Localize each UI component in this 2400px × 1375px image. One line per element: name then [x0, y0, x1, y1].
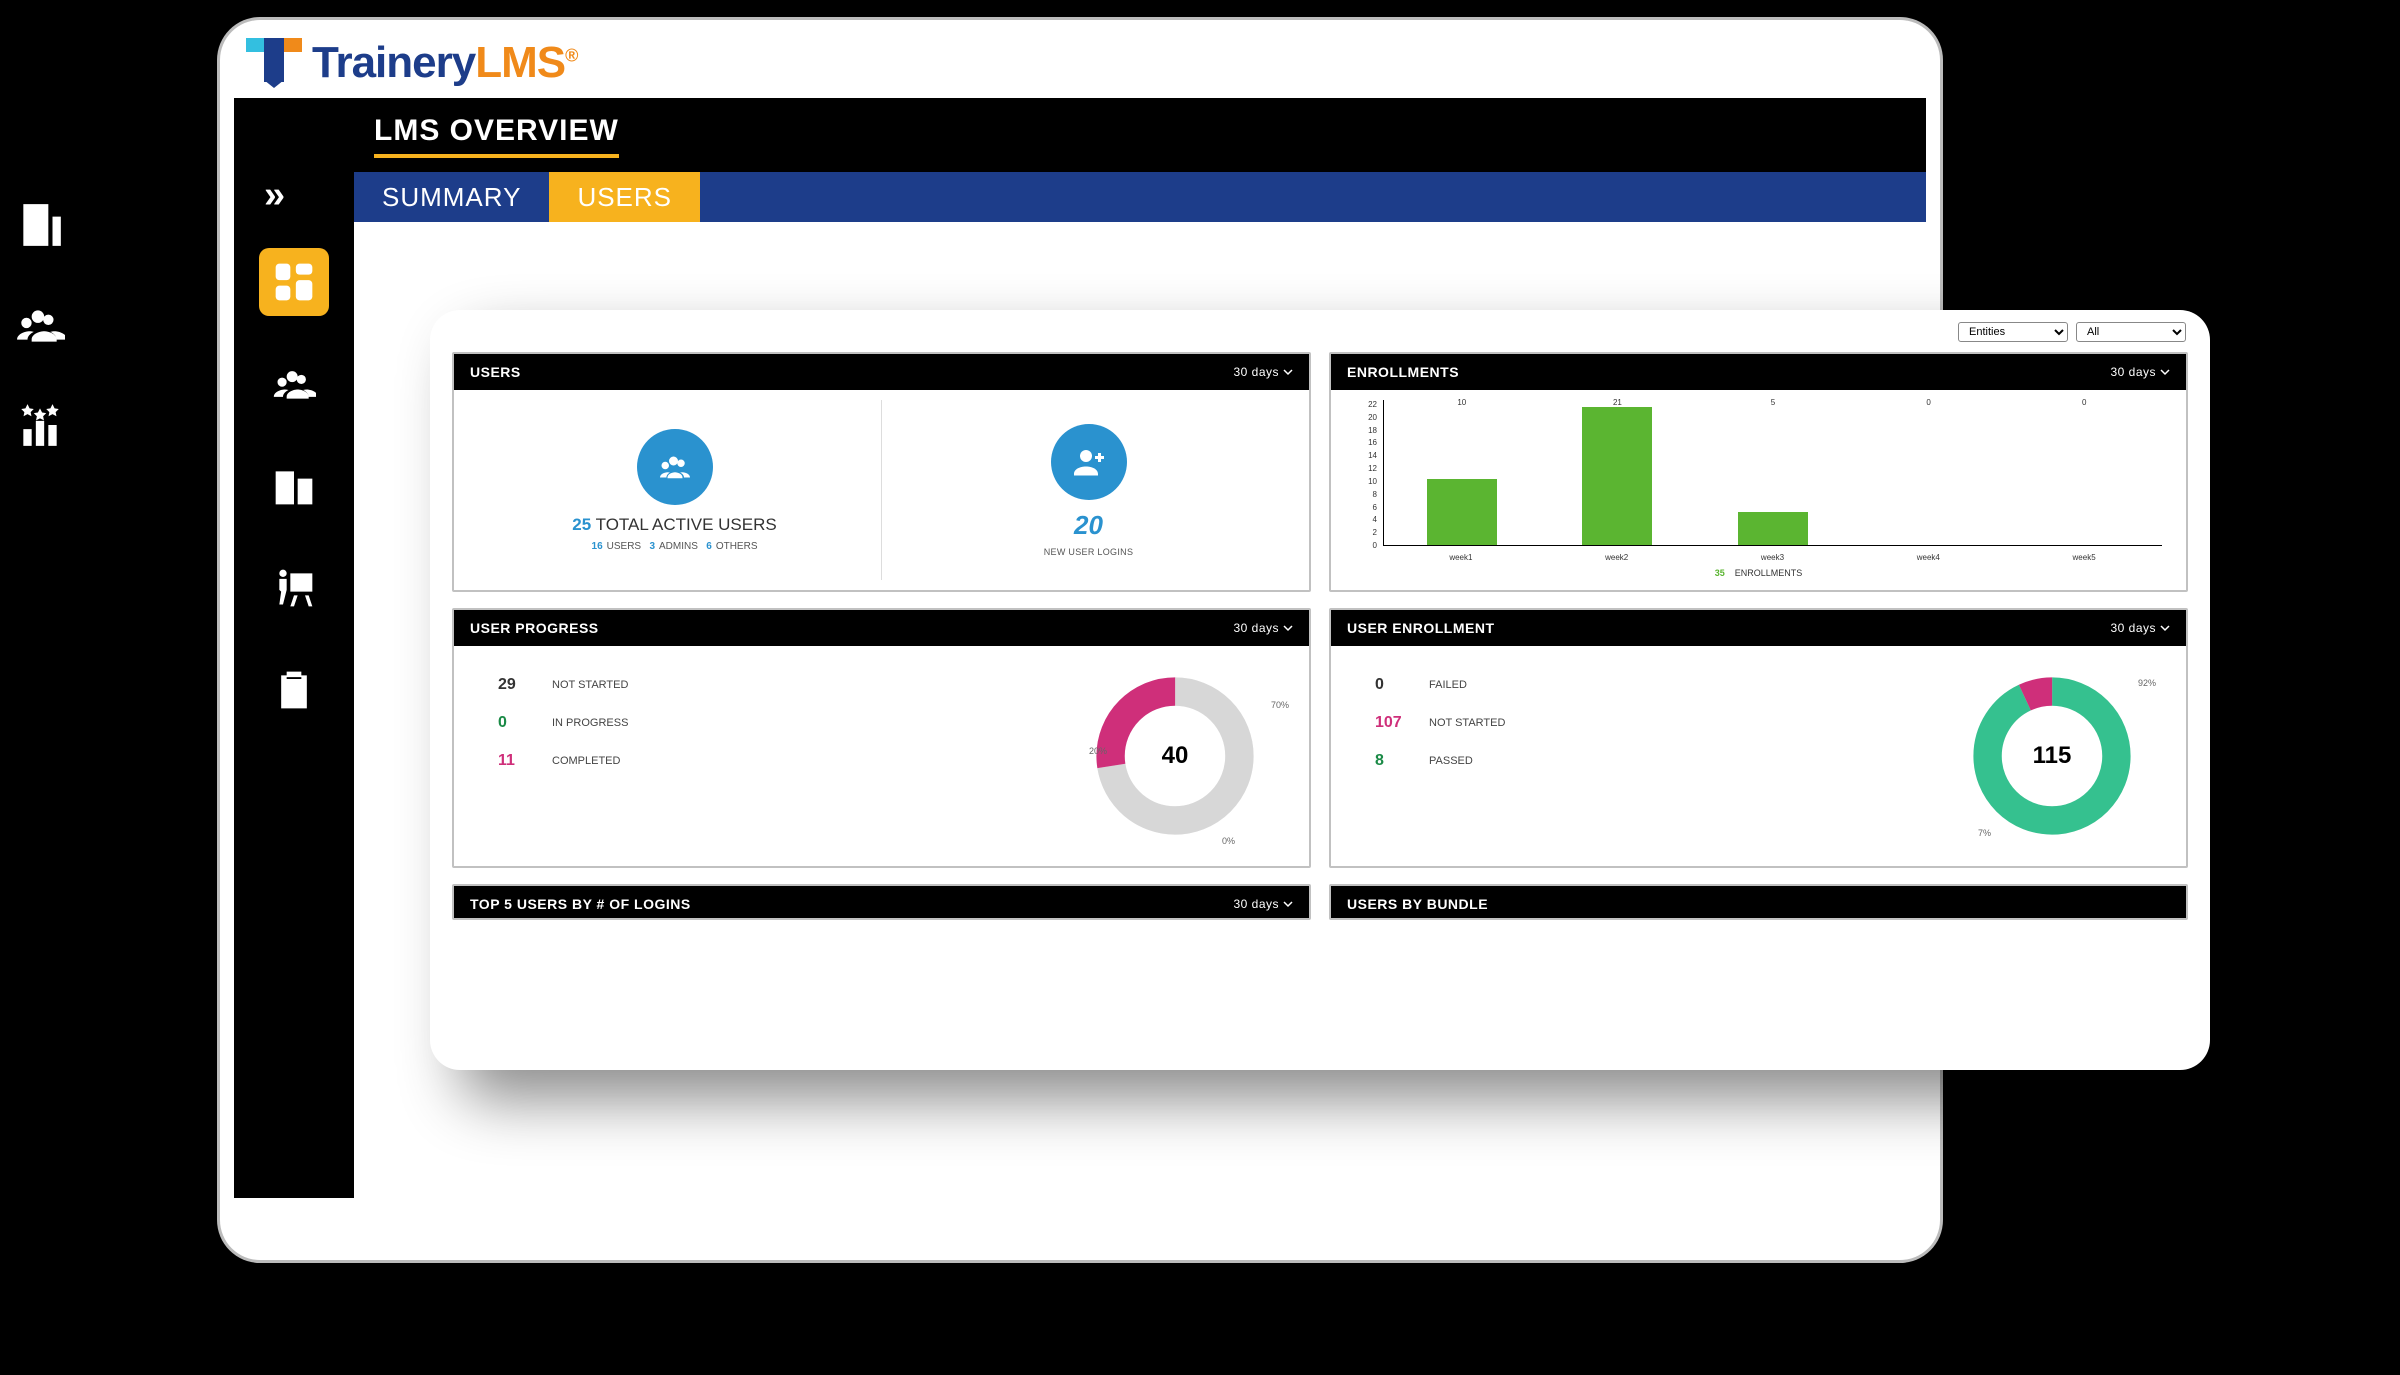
dashboard-panel: Entities All USERS 30 days 25 TOTAL ACTI…	[430, 310, 2210, 1070]
logo-text: TraineryLMS®	[312, 38, 577, 88]
range-select[interactable]: 30 days	[1233, 897, 1293, 911]
donut-center: 40	[1162, 742, 1189, 770]
enrollments-bar-chart: 2220181614121086420 1021500 week1week2we…	[1345, 400, 2172, 580]
chart-legend: 35ENROLLMENTS	[1345, 568, 2172, 578]
total-active-users-line: 25 TOTAL ACTIVE USERS	[572, 515, 776, 535]
nav-dashboard[interactable]	[259, 248, 329, 316]
tab-users[interactable]: USERS	[549, 172, 700, 222]
presentation-icon	[272, 566, 316, 610]
grid-icon	[272, 260, 316, 304]
nav-companies[interactable]	[259, 452, 329, 520]
chevron-down-icon	[2160, 623, 2170, 633]
nav-users[interactable]	[259, 350, 329, 418]
filter-entities[interactable]: Entities	[1958, 322, 2068, 342]
card-title: USERS	[470, 364, 521, 380]
users-icon	[272, 362, 316, 406]
card-title: USER ENROLLMENT	[1347, 620, 1495, 636]
card-enrollments: ENROLLMENTS 30 days 2220181614121086420 …	[1329, 352, 2188, 592]
user-breakdown: 16USERS 3ADMINS 6OTHERS	[592, 541, 758, 552]
logo-mark-icon	[246, 38, 306, 88]
outer-sidebar	[0, 200, 80, 450]
list-item: 0IN PROGRESS	[498, 714, 1045, 732]
buildings-icon	[272, 464, 316, 508]
range-select[interactable]: 30 days	[1233, 621, 1293, 635]
user-plus-icon	[1071, 444, 1107, 480]
chevron-down-icon	[2160, 367, 2170, 377]
card-title: USER PROGRESS	[470, 620, 599, 636]
filter-all[interactable]: All	[2076, 322, 2186, 342]
logo: TraineryLMS®	[220, 20, 1940, 98]
card-title: ENROLLMENTS	[1347, 364, 1459, 380]
arc-label: 0%	[1222, 836, 1235, 846]
nav-reports[interactable]	[259, 656, 329, 724]
new-logins-count: 20	[1074, 510, 1103, 541]
list-item: 8PASSED	[1375, 752, 1922, 770]
expand-sidebar-button[interactable]: »	[264, 174, 285, 217]
donut-center: 115	[2033, 742, 2072, 770]
arc-label: 70%	[1271, 700, 1289, 710]
range-select[interactable]: 30 days	[2110, 621, 2170, 635]
list-item: 0FAILED	[1375, 676, 1922, 694]
card-user-progress: USER PROGRESS 30 days 29NOT STARTED 0IN …	[452, 608, 1311, 868]
card-top5-logins: TOP 5 USERS BY # OF LOGINS 30 days	[452, 884, 1311, 920]
group-icon	[657, 449, 693, 485]
arc-label: 7%	[1978, 828, 1991, 838]
chevron-down-icon	[1283, 623, 1293, 633]
active-users-icon	[637, 429, 713, 505]
group-icon[interactable]	[15, 300, 65, 350]
tab-bar: SUMMARY USERS	[354, 172, 1926, 222]
card-users-by-bundle: USERS BY BUNDLE x	[1329, 884, 2188, 920]
card-title: TOP 5 USERS BY # OF LOGINS	[470, 896, 691, 912]
chevron-down-icon	[1283, 899, 1293, 909]
rating-icon[interactable]	[15, 400, 65, 450]
arc-label: 92%	[2138, 678, 2156, 688]
card-title: USERS BY BUNDLE	[1347, 896, 1488, 912]
page-title: LMS OVERVIEW	[374, 114, 619, 158]
list-item: 107NOT STARTED	[1375, 714, 1922, 732]
chevron-down-icon	[1283, 367, 1293, 377]
list-item: 11COMPLETED	[498, 752, 1045, 770]
new-logins-label: NEW USER LOGINS	[1044, 547, 1134, 557]
inner-sidebar	[254, 248, 334, 724]
card-user-enrollment: USER ENROLLMENT 30 days 0FAILED 107NOT S…	[1329, 608, 2188, 868]
tab-summary[interactable]: SUMMARY	[354, 172, 549, 222]
new-logins-icon	[1051, 424, 1127, 500]
building-icon[interactable]	[15, 200, 65, 250]
range-select[interactable]: 30 days	[2110, 365, 2170, 379]
nav-training[interactable]	[259, 554, 329, 622]
clipboard-icon	[272, 668, 316, 712]
card-users: USERS 30 days 25 TOTAL ACTIVE USERS 16US…	[452, 352, 1311, 592]
range-select[interactable]: 30 days	[1233, 365, 1293, 379]
arc-label: 20%	[1089, 746, 1107, 756]
list-item: 29NOT STARTED	[498, 676, 1045, 694]
